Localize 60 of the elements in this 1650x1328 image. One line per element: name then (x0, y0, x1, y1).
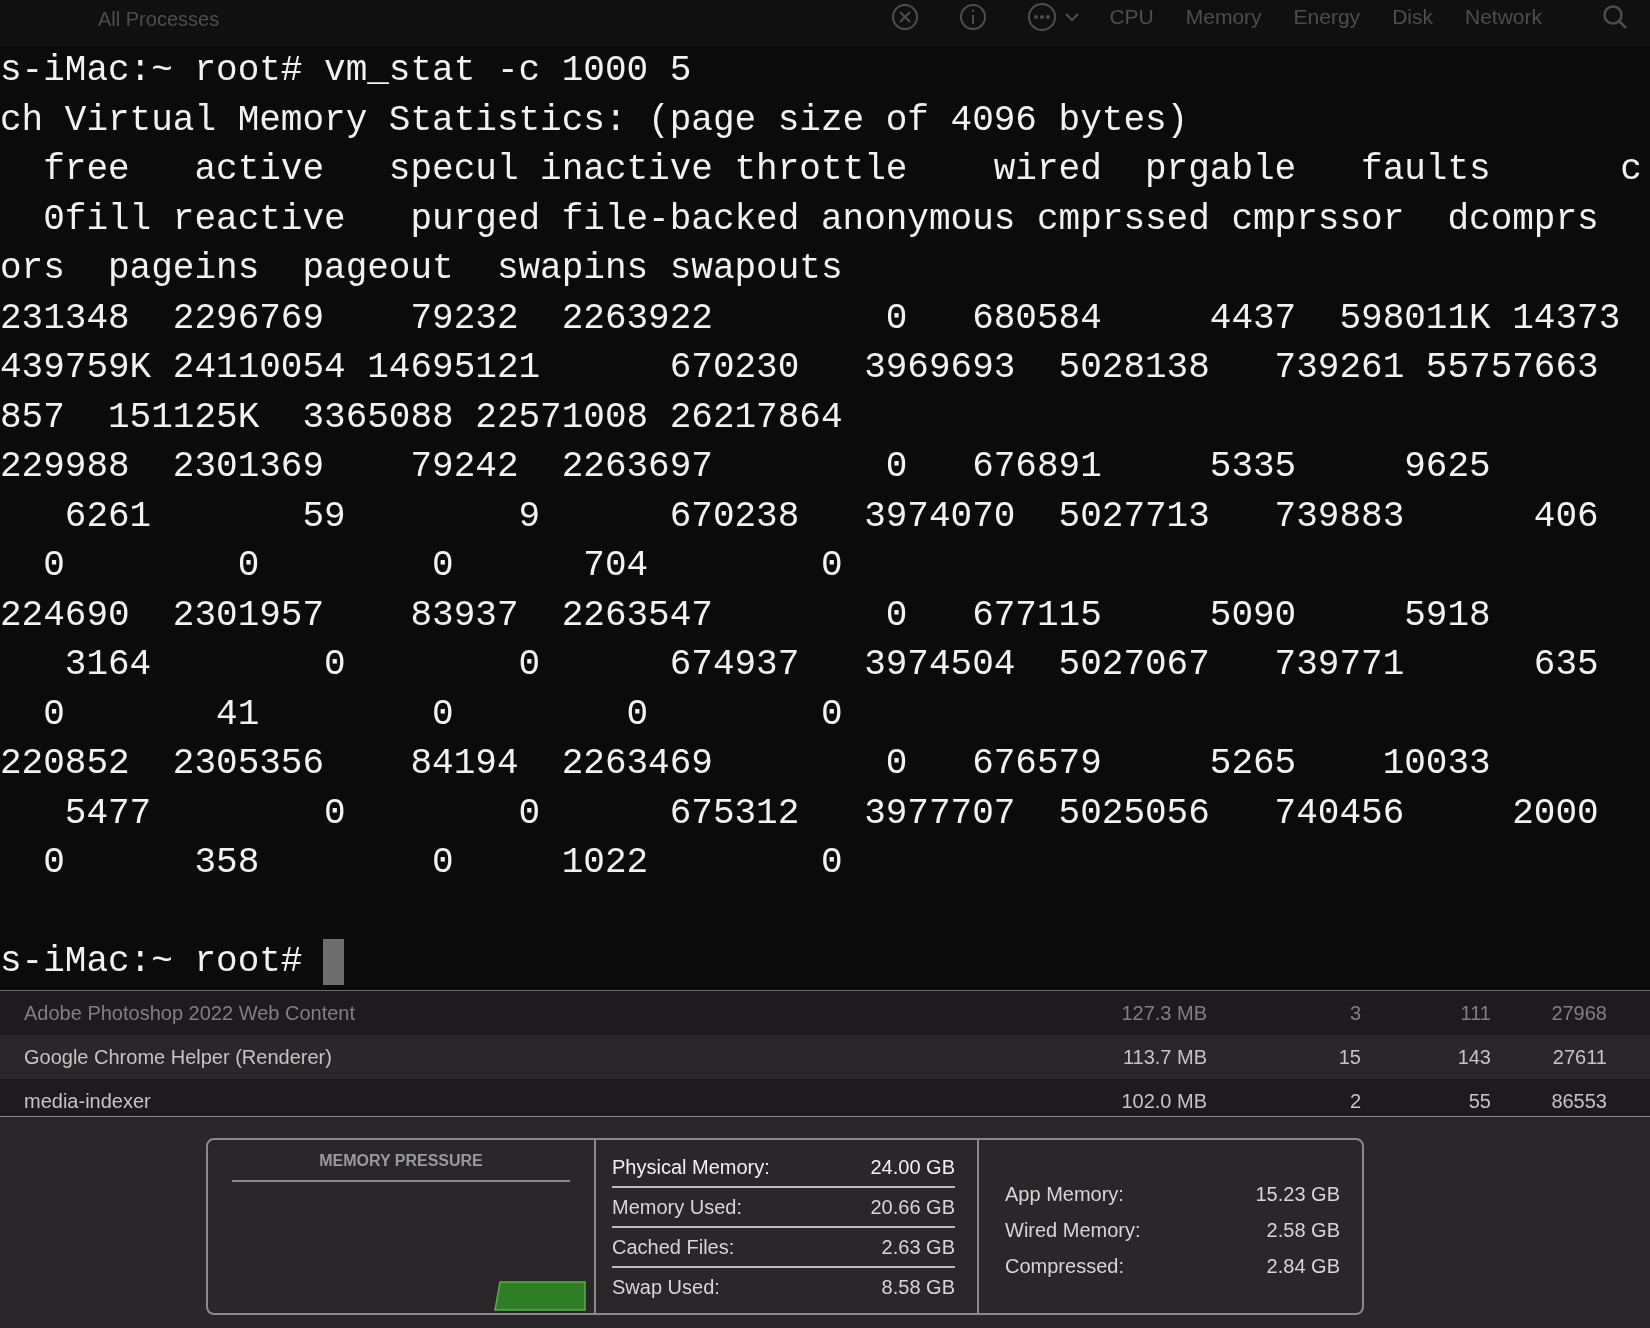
stat-label: App Memory: (1005, 1182, 1124, 1206)
stat-value: 15.23 GB (1255, 1182, 1340, 1206)
terminal-output-line: 3164 0 0 674937 3974504 5027067 739771 635 (63, 643, 1599, 687)
terminal-output-line: 439759K 24110054 14695121 670230 3969693 5028138 739261 55757663 (0, 346, 1599, 390)
terminal-output-line: ors pageins pageout swapins swapouts (0, 247, 843, 291)
toolbar-tab[interactable]: Network (1464, 5, 1542, 29)
process-id: 27611 (1551, 1045, 1607, 1069)
terminal-output-line: 0 41 0 0 0 (42, 692, 843, 737)
terminal-output-line: ch Virtual Memory Statistics: (page size of 4096 bytes) (0, 98, 1189, 143)
memory-usage: 102.0 MB (1120, 1089, 1207, 1113)
process-name: media-indexer (24, 1089, 152, 1113)
terminal-output-line: s-iMac:~ root# vm_stat -c 1000 5 (0, 49, 692, 93)
port-count: 143 (1456, 1045, 1491, 1069)
x-circle-icon[interactable] (891, 3, 920, 31)
terminal-output-line: 857 151125K 3365088 22571008 26217864 (0, 395, 843, 440)
stat-value: 8.58 GB (881, 1275, 955, 1299)
stat-label: Cached Files: (612, 1235, 735, 1259)
terminal-output-line: 5477 0 0 675312 3977707 5025056 740456 2000 (63, 791, 1599, 836)
stat-label: Wired Memory: (1005, 1218, 1141, 1242)
terminal-output-line: 220852 2305356 84194 2263469 0 676579 5265 10033 (0, 742, 1491, 786)
stat-value: 20.66 GB (870, 1195, 955, 1219)
toolbar-tab[interactable]: Disk (1392, 5, 1433, 29)
thread-count: 15 (1337, 1045, 1361, 1069)
terminal-output-line: 229988 2301369 79242 2263697 0 676891 5335 9625 (0, 445, 1491, 489)
toolbar-tab[interactable]: Energy (1293, 5, 1361, 29)
stat-label: Compressed: (1005, 1254, 1124, 1278)
thread-count: 2 (1348, 1089, 1361, 1113)
terminal-output-line: 231348 2296769 79232 2263922 0 680584 4437 598011K 14373 (0, 296, 1621, 341)
memory-usage: 113.7 MB (1121, 1045, 1207, 1069)
toolbar-tab[interactable]: CPU (1109, 5, 1154, 29)
info-icon[interactable] (959, 3, 988, 31)
stat-label: Swap Used: (612, 1275, 720, 1299)
stat-label: Physical Memory: (612, 1155, 770, 1179)
terminal-output-line: free active specul inactive throttle wired prgable faults c (42, 148, 1642, 192)
process-id: 86553 (1550, 1089, 1607, 1113)
memory-usage: 127.3 MB (1120, 1001, 1207, 1025)
search-icon[interactable] (1602, 4, 1628, 30)
stat-value: 2.84 GB (1266, 1254, 1340, 1278)
chevron-down-icon[interactable] (1065, 12, 1080, 22)
stat-label: Memory Used: (612, 1195, 743, 1219)
thread-count: 3 (1348, 1001, 1361, 1025)
terminal-output-line: 224690 2301957 83937 2263547 0 677115 5090 5918 (0, 593, 1491, 638)
toolbar-tab[interactable]: Memory (1185, 5, 1262, 29)
terminal-output-line: 6261 59 9 670238 3974070 5027713 739883 406 (63, 494, 1599, 539)
port-count: 55 (1467, 1089, 1491, 1113)
view-title: All Processes (98, 7, 220, 31)
terminal-output-line: 0 358 0 1022 0 (42, 841, 843, 885)
process-name: Google Chrome Helper (Renderer) (24, 1045, 333, 1069)
stat-value: 2.58 GB (1266, 1218, 1340, 1242)
section-title: MEMORY PRESSURE (232, 1152, 570, 1182)
stat-value: 2.63 GB (881, 1235, 955, 1259)
ellipsis-icon[interactable] (1027, 2, 1058, 32)
terminal-output-line: 0 0 0 704 0 (42, 544, 843, 588)
terminal-output-line: 0fill reactive purged file-backed anonymous cmprssed cmprssor dcomprs (42, 197, 1599, 242)
terminal-prompt: s-iMac:~ root# (0, 940, 303, 984)
port-count: 111 (1459, 1001, 1491, 1025)
text-cursor (323, 938, 345, 985)
process-id: 27968 (1550, 1001, 1607, 1025)
stat-value: 24.00 GB (870, 1155, 955, 1179)
process-name: Adobe Photoshop 2022 Web Content (24, 1001, 356, 1025)
